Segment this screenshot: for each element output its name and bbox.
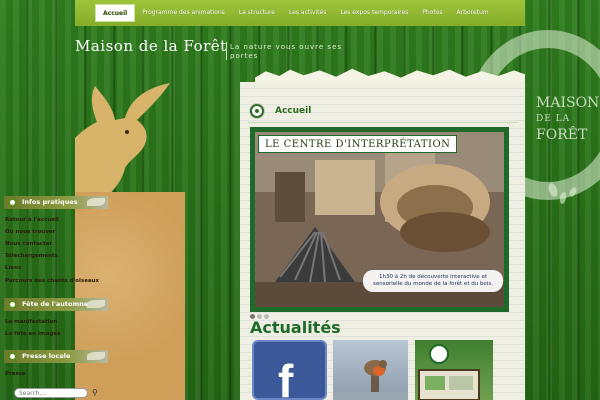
- nav-item-expos[interactable]: Les expos temporaires: [333, 4, 415, 22]
- sidebar-heading-fete: Fête de l'automne: [4, 298, 108, 311]
- facebook-thumbnail[interactable]: f: [252, 340, 327, 400]
- nav-item-arboretum[interactable]: Arboretum: [450, 4, 496, 22]
- sidebar-heading-presse: Presse locale: [4, 350, 108, 363]
- sidebar-link-liens[interactable]: Liens: [5, 265, 21, 271]
- sidebar-link-manifestation[interactable]: La manifestation: [5, 319, 57, 325]
- search-input[interactable]: [14, 388, 88, 398]
- sidebar-heading-label: Presse locale: [22, 352, 71, 360]
- sign-image: [418, 344, 480, 400]
- slide-banner: LE CENTRE D'INTERPRÉTATION: [258, 135, 458, 153]
- search-icon[interactable]: ⚲: [92, 388, 102, 398]
- sidebar-link-ou-nous-trouver[interactable]: Où nous trouver: [5, 229, 55, 235]
- logo-line-2: DE LA: [536, 114, 571, 124]
- arboretum-sign-thumbnail[interactable]: [415, 340, 493, 400]
- nav-item-structure[interactable]: La structure: [232, 4, 282, 22]
- title-underline: [248, 122, 518, 123]
- sidebar-link-fete-images[interactable]: La fête en images: [5, 331, 60, 337]
- sidebar-link-chants-oiseaux[interactable]: Parcours des chants d'oiseaux: [5, 278, 99, 284]
- site-title[interactable]: Maison de la Forêt: [75, 37, 227, 55]
- nav-item-activites[interactable]: Les activités: [282, 4, 333, 22]
- site-logo: MAISON DE LA FORÊT: [536, 95, 599, 143]
- main-navigation: Accueil Programme des animations La stru…: [75, 0, 525, 26]
- sidebar-link-telechargements[interactable]: Téléchargements: [5, 253, 58, 259]
- sidebar-link-contact[interactable]: Nous contacter: [5, 241, 52, 247]
- sidebar-heading-infos: Infos pratiques: [4, 196, 108, 209]
- home-icon: [250, 104, 264, 118]
- sidebar-heading-label: Fête de l'automne: [22, 300, 89, 308]
- info-icon: [8, 300, 17, 309]
- page-title: Accueil: [275, 106, 312, 116]
- sidebar-heading-label: Infos pratiques: [22, 198, 78, 206]
- sidebar: [75, 192, 185, 400]
- leaf-icon: [87, 300, 105, 308]
- title-divider: [226, 42, 227, 60]
- bird-thumbnail[interactable]: [333, 340, 408, 400]
- info-icon: [8, 198, 17, 207]
- logo-line-1: MAISON: [536, 95, 600, 111]
- leaf-icon: [87, 198, 105, 206]
- slide-caption: 1h30 à 2h de découverte interactive et s…: [363, 270, 503, 292]
- news-heading: Actualités: [250, 318, 341, 337]
- sidebar-link-accueil[interactable]: Retour à l'accueil: [5, 217, 59, 223]
- sidebar-link-presse[interactable]: Presse: [5, 371, 26, 377]
- site-tagline: La nature vous ouvre ses portes: [230, 43, 343, 60]
- leaves-icon: [548, 183, 577, 204]
- deer-silhouette: [75, 83, 170, 198]
- leaf-icon: [87, 352, 105, 360]
- robin-bird-image: [333, 360, 408, 400]
- logo-line-3: FORÊT: [536, 127, 588, 143]
- info-icon: [8, 352, 17, 361]
- nav-item-programme[interactable]: Programme des animations: [135, 4, 232, 22]
- facebook-icon: f: [278, 355, 294, 400]
- slideshow-image[interactable]: LE CENTRE D'INTERPRÉTATION 1h30 à 2h de …: [250, 127, 509, 312]
- nav-item-accueil[interactable]: Accueil: [95, 4, 136, 22]
- nav-item-photos[interactable]: Photos: [415, 4, 449, 22]
